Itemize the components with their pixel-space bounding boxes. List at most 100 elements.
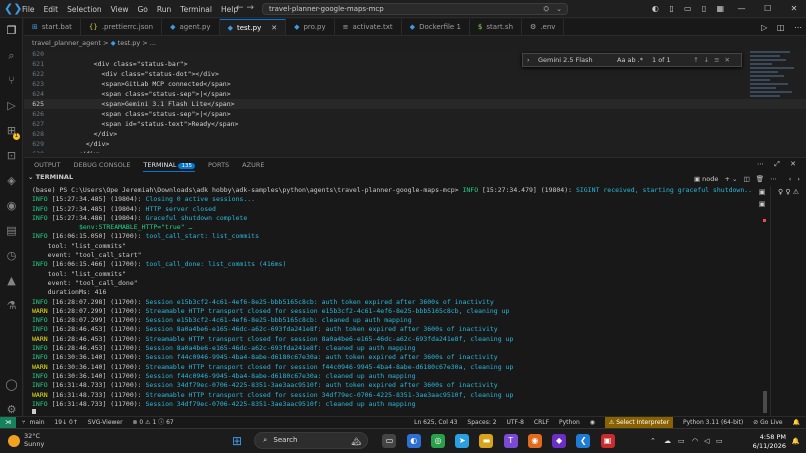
notification-bell-icon[interactable]: 🔔 [792, 437, 800, 445]
windows-start-icon[interactable]: ⊞ [232, 434, 246, 448]
copilot-chat-icon[interactable]: ◉ [0, 193, 23, 218]
layout-icon[interactable]: ▦ [713, 0, 727, 18]
clock[interactable]: 4:58 PM 6/11/2026 [736, 433, 786, 451]
run-icon[interactable]: ▷ [761, 23, 767, 32]
taskbar-search[interactable]: ⌕ Search 🏔 [254, 432, 369, 449]
menu-item[interactable]: Go [137, 5, 147, 14]
select-interpreter-button[interactable]: ⚠ Select Interpreter [604, 417, 674, 428]
copilot-icon[interactable]: ◐ [648, 0, 662, 18]
volume-icon[interactable]: ◁ [704, 437, 709, 445]
terminal-section-header[interactable]: ⌄ TERMINAL [24, 172, 806, 183]
copilot-icon[interactable]: ⛭ [543, 4, 549, 14]
minimap[interactable] [750, 49, 798, 149]
new-terminal-icon[interactable]: + [724, 175, 729, 183]
toggle-panel-icon[interactable]: ▭ [681, 0, 695, 18]
editor-tab[interactable]: ◆ Dockerfile 1 [402, 19, 470, 35]
more-icon[interactable]: ⋯ [757, 160, 764, 168]
problems-status[interactable]: ⊗ 0 ⚠ 1 ⓘ 67 [133, 419, 174, 426]
terminal-output[interactable]: (base) PS C:\Users\Ope Jeremiah\Download… [32, 186, 752, 414]
run-debug-icon[interactable]: ▷ [0, 93, 23, 118]
panel-tab[interactable]: DEBUG CONSOLE [74, 158, 131, 172]
menu-item[interactable]: File [22, 5, 35, 14]
editor-tab[interactable]: ⚙ .env [522, 19, 565, 35]
maximize-button[interactable]: ☐ [756, 0, 780, 18]
app-icon[interactable]: ◆ [552, 434, 567, 448]
breadcrumb-folder[interactable]: travel_planner_agent [32, 39, 101, 47]
editor-tab[interactable]: ◆ test.py ✕ [219, 19, 287, 35]
split-terminal-icon[interactable]: ◫ [744, 175, 750, 183]
source-control-icon[interactable]: ⑂ [0, 68, 23, 93]
code-line[interactable]: 628 </div> [24, 129, 806, 139]
battery-icon[interactable]: ▭ [716, 437, 723, 445]
docker-icon[interactable]: ▤ [0, 218, 23, 243]
editor-tab[interactable]: $ start.sh [470, 19, 523, 35]
panel-tab[interactable]: AZURE [242, 158, 264, 172]
svg-viewer-status[interactable]: SVG-Viewer [88, 419, 123, 426]
python-icon[interactable]: ◈ [0, 168, 23, 193]
code-line[interactable]: 623 <span>GitLab MCP connected</span> [24, 79, 806, 89]
teams-icon[interactable]: T [503, 434, 518, 448]
terminal-scrollbar[interactable] [763, 391, 767, 413]
editor-tab[interactable]: ◆ pro.py [286, 19, 335, 35]
menu-item[interactable]: Terminal [180, 5, 212, 14]
breadcrumb-tail[interactable]: > ... [142, 39, 156, 47]
editor-tab[interactable]: ≡ activate.txt [335, 19, 402, 35]
breadcrumb-file[interactable]: test.py [118, 39, 141, 47]
find-controls[interactable]: ↑↓≡✕ [693, 54, 735, 66]
file-explorer-icon[interactable]: ▬ [479, 434, 494, 448]
code-line[interactable]: 630</div> [24, 149, 806, 153]
menu-item[interactable]: Run [157, 5, 171, 14]
copilot-app-icon[interactable]: ◐ [406, 434, 421, 448]
close-tab-icon[interactable]: ✕ [271, 24, 277, 32]
toggle-replace-icon[interactable]: › [527, 54, 530, 66]
command-center[interactable]: travel-planner-google-maps-mcp ⛭ ⌄ [262, 3, 568, 15]
cloud-icon[interactable]: ☁ [664, 437, 671, 445]
timeline-icon[interactable]: ◷ [0, 243, 23, 268]
explorer-icon[interactable]: ❐ [0, 18, 23, 43]
wifi-icon[interactable]: ◠ [692, 437, 698, 445]
cursor-position[interactable]: Ln 625, Col 43 [414, 419, 457, 426]
menu-item[interactable]: View [111, 5, 129, 14]
lightbulb-icon[interactable]: ♀ ♀ ⚠ [771, 186, 806, 198]
menu-item[interactable]: Selection [67, 5, 102, 14]
remote-explorer-icon[interactable]: ⊡ [0, 143, 23, 168]
code-line[interactable]: 629 </div> [24, 139, 806, 149]
go-live-button[interactable]: ⊘ Go Live [753, 419, 782, 426]
firefox-icon[interactable]: ◉ [527, 434, 542, 448]
toggle-secondary-sidebar-icon[interactable]: ▯ [697, 0, 711, 18]
code-line[interactable]: 624 <span class="status-sep">|</span> [24, 89, 806, 99]
menu-item[interactable]: Edit [44, 5, 59, 14]
chevron-down-icon[interactable]: ⌄ [732, 175, 737, 183]
code-line[interactable]: 627 <span id="status-text">Ready</span> [24, 119, 806, 129]
close-window-button[interactable]: ✕ [782, 0, 806, 18]
sync-status[interactable]: 19↓ 0↑ [54, 419, 77, 426]
display-icon[interactable]: ▭ [678, 437, 685, 445]
find-input[interactable]: Gemini 2.5 Flash [538, 54, 593, 66]
azure-icon[interactable]: ▲ [0, 268, 23, 293]
indentation[interactable]: Spaces: 2 [467, 419, 496, 426]
task-view-icon[interactable]: ▭ [382, 434, 397, 448]
copilot-icon[interactable]: ◉ [590, 419, 595, 426]
encoding[interactable]: UTF-8 [507, 419, 525, 426]
chevron-down-icon[interactable]: ⌄ [556, 4, 562, 14]
telegram-icon[interactable]: ➤ [455, 434, 470, 448]
vscode-taskbar-icon[interactable]: ❮ [576, 434, 591, 448]
arrow-left-icon[interactable]: ‹ [789, 175, 792, 183]
find-options[interactable]: Aa ab .* [617, 54, 643, 66]
maximize-panel-icon[interactable]: ⤢ [774, 160, 780, 168]
panel-tab[interactable]: PORTS [208, 158, 229, 172]
testing-icon[interactable]: ⚗ [0, 293, 23, 318]
terminal-tab-icon[interactable]: ▣ [752, 198, 772, 210]
kill-terminal-icon[interactable]: 🗑 [756, 175, 764, 183]
editor-tab[interactable]: ⊞ start.bat [24, 19, 81, 35]
python-version[interactable]: Python 3.11 (64-bit) [683, 419, 743, 426]
terminal-tab-icon[interactable]: ▣ [752, 186, 772, 198]
panel-tab[interactable]: TERMINAL 135 [143, 158, 195, 172]
search-icon[interactable]: ⌕ [0, 43, 23, 68]
chevron-up-icon[interactable]: ⌃ [650, 437, 656, 445]
remote-icon[interactable]: ⋊ [0, 417, 16, 428]
chrome-icon[interactable]: ◎ [430, 434, 445, 448]
more-actions-icon[interactable]: ⋯ [794, 23, 802, 32]
close-panel-icon[interactable]: ✕ [790, 160, 796, 168]
editor-tab[interactable]: ◆ agent.py [162, 19, 220, 35]
